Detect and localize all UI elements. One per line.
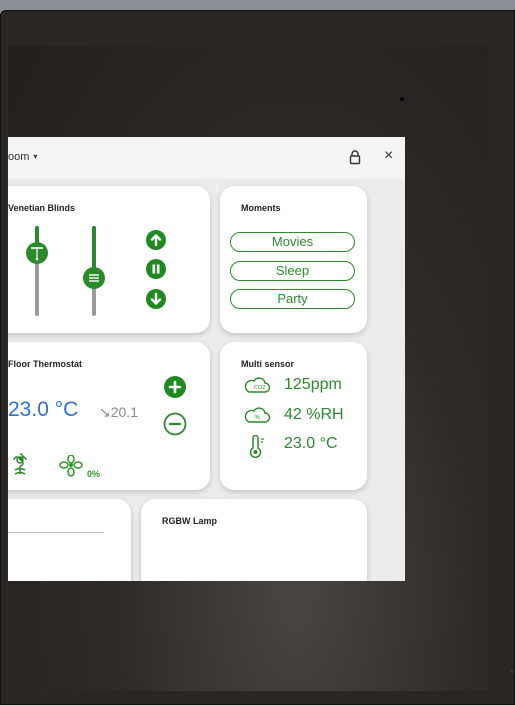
setpoint-temperature: ↘20.1 [99, 404, 138, 420]
close-icon[interactable]: × [384, 148, 393, 164]
moment-movies-button[interactable]: Movies [230, 232, 355, 252]
humidity-value: 42 %RH [284, 406, 344, 423]
smart-home-panel: oom ▾ × Venetian Blinds Moments Movies S… [8, 137, 405, 581]
camera-dot [400, 97, 404, 101]
card-title: Moments [241, 203, 281, 213]
moment-party-button[interactable]: Party [230, 289, 355, 309]
room-selector[interactable]: oom ▾ [8, 151, 37, 163]
bezel-dot [510, 670, 513, 673]
temperature-value: 23.0 °C [284, 435, 338, 452]
fan-icon [59, 455, 83, 477]
blind-lift-icon [89, 273, 99, 282]
venetian-blinds-card: Venetian Blinds [8, 186, 210, 333]
card-title: Venetian Blinds [8, 203, 76, 213]
card-title: Floor Thermostat [8, 359, 83, 369]
co2-value: 125ppm [284, 376, 342, 393]
floor-thermostat-card: Floor Thermostat 23.0 °C ↘20.1 0% [8, 342, 210, 490]
fan-speed-value: 0% [87, 469, 101, 479]
multi-sensor-card: Multi sensor CO2 125ppm % 42 %RH 23.0 °C [220, 342, 367, 490]
heating-flower-icon [13, 453, 27, 475]
moment-sleep-button[interactable]: Sleep [230, 261, 355, 281]
blinds-stop-button[interactable] [146, 259, 166, 279]
co2-cloud-icon: CO2 [244, 377, 271, 393]
blinds-down-button[interactable] [146, 289, 166, 309]
plus-icon [168, 380, 182, 394]
card-title: RGBW Lamp [162, 516, 217, 526]
blind-slat-icon [31, 247, 43, 261]
thermometer-icon [249, 435, 264, 459]
lift-slider-knob[interactable] [83, 266, 105, 289]
minus-icon[interactable] [163, 412, 187, 436]
humidity-cloud-icon: % [244, 407, 271, 423]
moments-card: Moments Movies Sleep Party [220, 186, 367, 333]
lock-icon[interactable] [348, 149, 362, 165]
increase-temperature-button[interactable] [164, 376, 186, 398]
slat-slider-knob[interactable] [26, 242, 48, 265]
room-name: oom [8, 151, 30, 163]
arrow-down-icon [150, 292, 162, 305]
rgbw-lamp-card: RGBW Lamp [141, 499, 367, 581]
divider [8, 532, 104, 533]
arrow-up-icon [150, 234, 162, 247]
current-temperature: 23.0 °C [8, 398, 79, 421]
partial-card [8, 499, 131, 581]
card-title: Multi sensor [241, 359, 295, 369]
panel-header: oom ▾ × [8, 137, 405, 179]
blinds-up-button[interactable] [146, 230, 166, 250]
svg-text:CO2: CO2 [254, 385, 265, 391]
chevron-down-icon: ▾ [33, 152, 38, 161]
pause-icon [152, 264, 160, 274]
svg-text:%: % [255, 415, 261, 421]
